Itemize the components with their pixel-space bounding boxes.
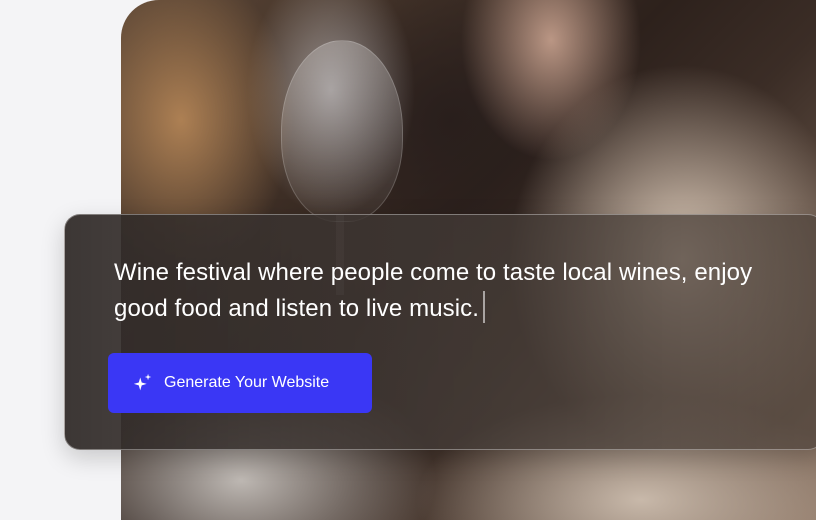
sparkle-icon xyxy=(133,373,152,391)
generate-website-button[interactable]: Generate Your Website xyxy=(108,353,372,413)
wine-glass-shape xyxy=(281,40,403,222)
generate-button-label: Generate Your Website xyxy=(164,374,330,391)
hero-section: Wine festival where people come to taste… xyxy=(0,0,816,520)
text-caret xyxy=(483,291,486,323)
prompt-text: Wine festival where people come to taste… xyxy=(114,259,753,322)
prompt-panel: Wine festival where people come to taste… xyxy=(64,214,816,450)
prompt-input[interactable]: Wine festival where people come to taste… xyxy=(114,255,774,327)
